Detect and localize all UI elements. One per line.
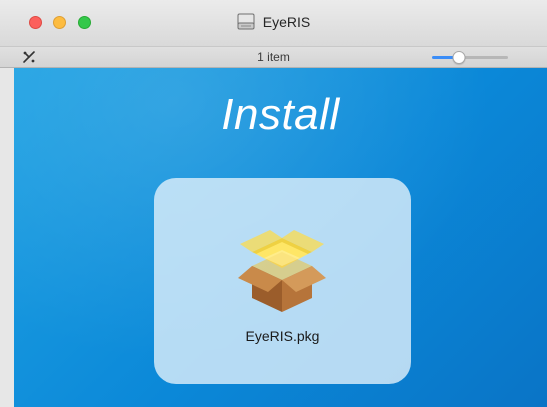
dmg-background: Install EyeRIS.pkg: [14, 68, 547, 407]
icon-size-slider[interactable]: [432, 51, 508, 64]
title-bar[interactable]: EyeRIS: [0, 0, 547, 46]
disk-image-icon: [237, 13, 255, 30]
window-title-area: EyeRIS: [0, 0, 547, 46]
package-file-name[interactable]: EyeRIS.pkg: [154, 328, 411, 344]
slider-track-empty: [459, 56, 508, 59]
window-title: EyeRIS: [262, 13, 311, 30]
status-bar: 1 item: [0, 46, 547, 68]
slider-knob[interactable]: [452, 51, 466, 64]
installer-item-card[interactable]: EyeRIS.pkg: [154, 178, 411, 384]
install-heading: Install: [221, 90, 340, 139]
package-icon[interactable]: [234, 228, 330, 314]
finder-window: EyeRIS 1 item Install EyeRIS.pkg: [0, 0, 547, 407]
window-edge: [0, 68, 14, 407]
